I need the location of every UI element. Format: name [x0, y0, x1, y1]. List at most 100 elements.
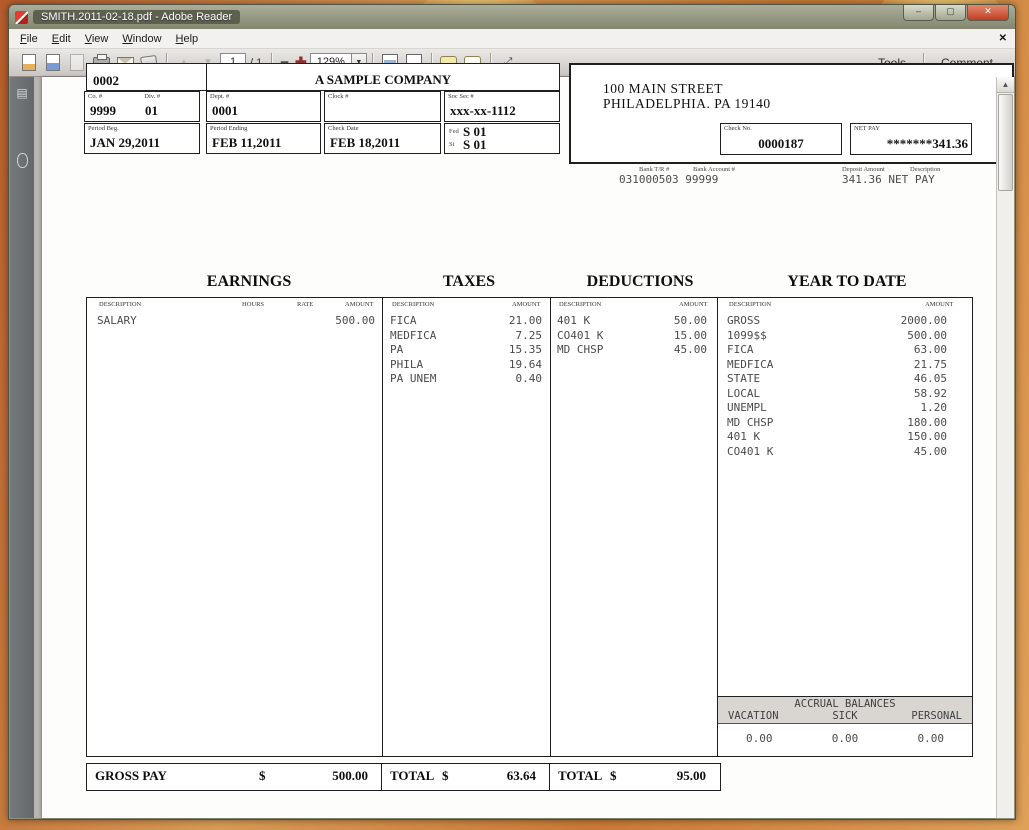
table-row: 1099$$500.00 [727, 329, 947, 344]
period-ending-label: Period Ending [210, 125, 247, 132]
check-date-label: Check Date [328, 125, 359, 132]
description-cell: STATE [727, 372, 760, 387]
st-status-label: St [449, 141, 454, 148]
menu-edit[interactable]: Edit [45, 31, 78, 47]
accrual-values: 0.00 0.00 0.00 [718, 724, 972, 745]
deductions-total-currency: $ [610, 768, 617, 784]
deposit-amount-label: Deposit Amount [842, 166, 885, 173]
vertical-scrollbar[interactable]: ▲ [996, 77, 1014, 818]
deductions-rows: 401 K50.00CO401 K15.00MD CHSP45.00 [557, 314, 707, 358]
amount-cell: 45.00 [674, 343, 707, 358]
earnings-amount-header: AMOUNT [345, 301, 374, 308]
accrual-sick-value: 0.00 [832, 732, 859, 745]
clock-box: Clock # [324, 91, 441, 122]
description-cell: FICA [727, 343, 754, 358]
menu-window[interactable]: Window [115, 31, 168, 47]
menubar-close-icon[interactable]: ✕ [999, 33, 1007, 44]
page-thumbnails-icon[interactable]: ▤ [14, 85, 30, 101]
gross-pay-total-cell: GROSS PAY $ 500.00 [86, 763, 383, 791]
amount-cell: 7.25 [516, 329, 543, 344]
amount-cell: 500.00 [335, 314, 375, 329]
table-row: PA UNEM 0.40 [390, 372, 542, 387]
document-area: 0002 A SAMPLE COMPANY 100 MAIN STREET PH… [34, 77, 996, 818]
attachments-icon[interactable] [14, 153, 30, 169]
deductions-total-label: TOTAL [558, 768, 602, 784]
menu-view[interactable]: View [78, 31, 116, 47]
table-row: FICA21.00 [390, 314, 542, 329]
taxes-total-currency: $ [442, 768, 449, 784]
amount-cell: 21.00 [509, 314, 542, 329]
save-icon[interactable] [42, 53, 64, 72]
description-cell: PA UNEM [390, 372, 436, 387]
taxes-description-header: DESCRIPTION [392, 301, 434, 308]
accrual-title: ACCRUAL BALANCES [718, 697, 972, 710]
fed-status-label: Fed [449, 128, 459, 135]
taxes-rows: FICA21.00MEDFICA7.25PA15.35PHILA19.64PA … [390, 314, 542, 387]
table-row: CO401 K45.00 [727, 445, 947, 460]
table-row: FICA 63.00 [727, 343, 947, 358]
dept-number: 0001 [212, 103, 238, 119]
description-cell: LOCAL [727, 387, 760, 402]
amount-cell: 15.35 [509, 343, 542, 358]
amount-cell: 2000.00 [901, 314, 947, 329]
check-region-box: 100 MAIN STREET PHILADELPHIA. PA 19140 C… [569, 63, 1014, 164]
accrual-col-vacation: VACATION [728, 710, 779, 722]
period-ending-date: FEB 11,2011 [212, 135, 281, 151]
co-number-label: Co. # [88, 93, 102, 100]
titlebar[interactable]: SMITH.2011-02-18.pdf - Adobe Reader ‒ ▢ … [9, 5, 1015, 29]
ssn-value: xxx-xx-1112 [450, 103, 516, 119]
taxes-amount-header: AMOUNT [512, 301, 541, 308]
earnings-hours-header: HOURS [242, 301, 264, 308]
description-cell: CO401 K [727, 445, 773, 460]
year-to-date-title: YEAR TO DATE [787, 273, 906, 291]
menu-help[interactable]: Help [169, 31, 206, 47]
net-pay-box: NET PAY *******341.36 [850, 123, 972, 155]
table-row: PHILA19.64 [390, 358, 542, 373]
gross-pay-currency: $ [259, 768, 266, 784]
column-divider [717, 298, 718, 756]
table-row: SALARY500.00 [97, 314, 375, 329]
earnings-rows: SALARY500.00 [97, 314, 375, 329]
gross-pay-value: 500.00 [332, 768, 368, 784]
amount-cell: 63.00 [914, 343, 947, 358]
description-cell: GROSS [727, 314, 760, 329]
taxes-total-value: 63.64 [507, 768, 536, 784]
table-row: LOCAL58.92 [727, 387, 947, 402]
tax-status-box: Fed S 01 St S 01 [444, 123, 560, 154]
close-button[interactable]: ✕ [967, 5, 1009, 21]
accrual-vacation-value: 0.00 [746, 732, 773, 745]
clock-number-label: Clock # [328, 93, 348, 100]
taxes-title: TAXES [443, 273, 495, 291]
net-pay-amount: *******341.36 [887, 136, 968, 152]
minimize-button[interactable]: ‒ [903, 5, 934, 21]
div-number-label: Div. # [144, 93, 160, 100]
earnings-description-header: DESCRIPTION [99, 301, 141, 308]
taxes-total-label: TOTAL [390, 768, 434, 784]
open-icon[interactable] [18, 53, 40, 72]
menu-file[interactable]: File [13, 31, 45, 47]
st-status: S 01 [463, 137, 486, 153]
adobe-reader-icon [15, 11, 28, 24]
share-icon [66, 53, 88, 72]
table-row: 401 K150.00 [727, 430, 947, 445]
description-cell: 401 K [727, 430, 760, 445]
earnings-title: EARNINGS [207, 273, 291, 291]
window-title: SMITH.2011-02-18.pdf - Adobe Reader [33, 10, 240, 24]
pdf-page: 0002 A SAMPLE COMPANY 100 MAIN STREET PH… [42, 77, 996, 818]
div-number: 01 [145, 103, 158, 119]
amount-cell: 0.40 [516, 372, 543, 387]
period-begin-box: Period Beg. JAN 29,2011 [84, 123, 200, 154]
ytd-rows: GROSS2000.001099$$500.00FICA63.00MEDFICA… [727, 314, 947, 459]
table-row: MD CHSP180.00 [727, 416, 947, 431]
bank-tr-label: Bank T/R # [639, 166, 669, 173]
check-date-box: Check Date FEB 18,2011 [324, 123, 441, 154]
column-divider [550, 298, 551, 756]
ssn-box: Soc Sec # xxx-xx-1112 [444, 91, 560, 122]
scrollbar-thumb[interactable] [998, 94, 1013, 191]
table-row: MD CHSP45.00 [557, 343, 707, 358]
deductions-description-header: DESCRIPTION [559, 301, 601, 308]
scroll-up-arrow-icon[interactable]: ▲ [997, 77, 1014, 93]
maximize-button[interactable]: ▢ [935, 5, 966, 21]
bank-account-label: Bank Account # [693, 166, 735, 173]
deductions-total-cell: TOTAL $ 95.00 [549, 763, 721, 791]
